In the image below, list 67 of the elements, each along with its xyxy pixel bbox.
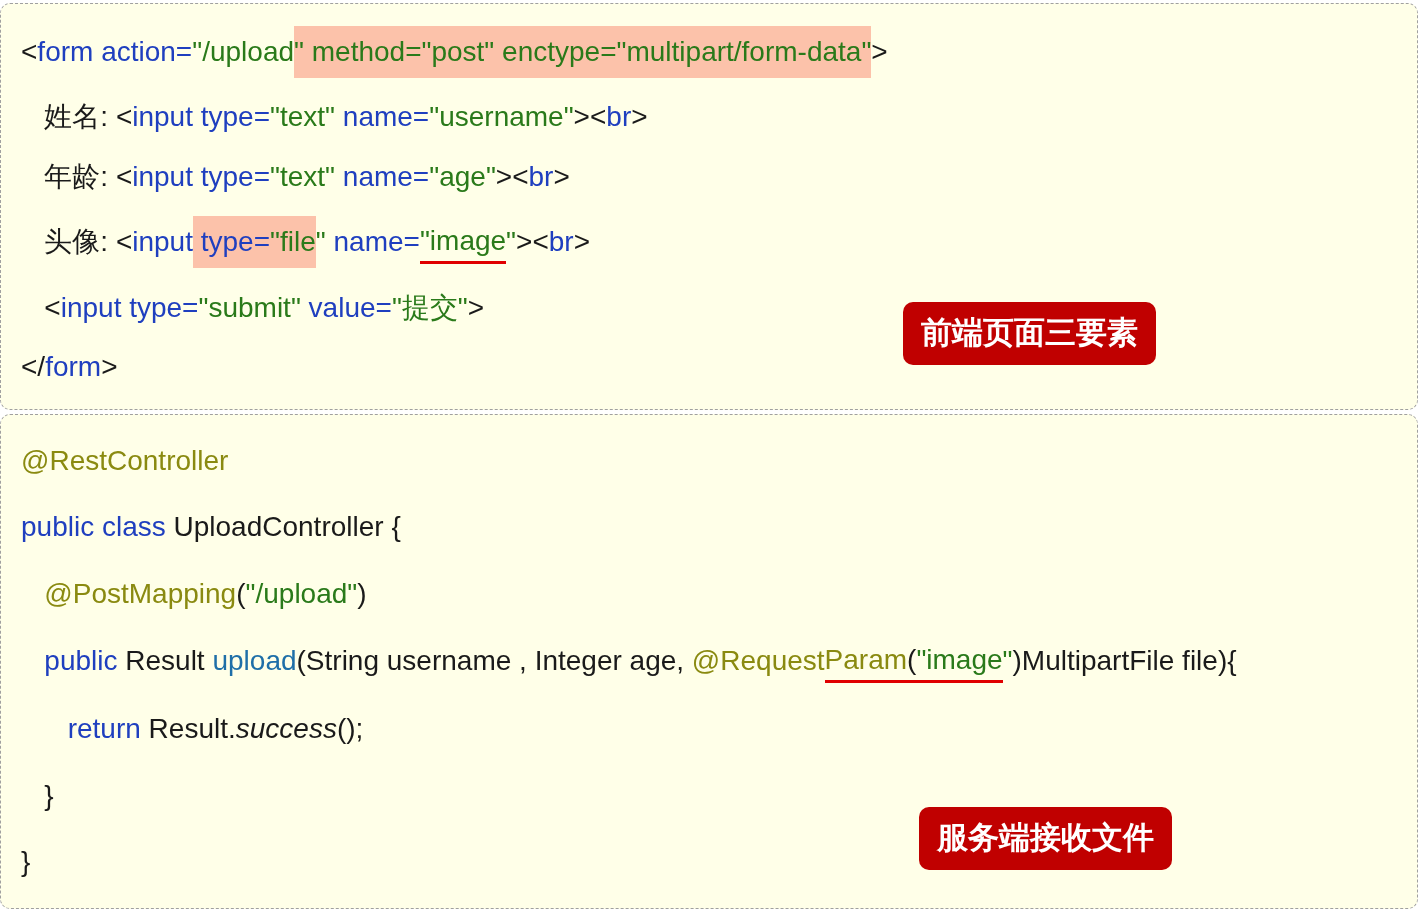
code-text: } (21, 844, 31, 879)
code-keyword: name= (341, 100, 430, 135)
code-keyword: input type= (60, 290, 199, 325)
code-string: " (1002, 644, 1013, 679)
code-keyword: form (45, 349, 102, 384)
code-annotation: @RestController (21, 444, 229, 478)
underlined-code: "image (916, 640, 1003, 683)
underlined-code: Param (824, 640, 908, 683)
code-text: (); (336, 712, 364, 747)
underlined-code: "image (419, 220, 507, 264)
code-keyword: br (548, 225, 574, 260)
callout-label: 服务端接收文件 (919, 807, 1172, 870)
code-symbol: > (871, 35, 888, 69)
code-keyword: public class (21, 510, 166, 545)
code-string: "text" (270, 159, 336, 194)
code-symbol: 姓名: < (43, 100, 133, 135)
code-keyword: br (528, 159, 554, 194)
code-symbol: > (631, 100, 648, 135)
callout-label: 前端页面三要素 (903, 302, 1156, 365)
highlighted-code: "file (270, 216, 316, 269)
highlighted-code: type= (192, 216, 271, 269)
code-symbol: > (553, 159, 570, 194)
code-keyword: br (606, 100, 632, 135)
code-symbol: >< (495, 159, 529, 194)
code-keyword: name= (341, 159, 430, 194)
code-annotation: @PostMapping (43, 576, 237, 611)
code-string: "/upload" (245, 576, 358, 611)
code-text: ) (357, 576, 367, 611)
code-annotation: @Request (691, 644, 825, 679)
code-method: upload (212, 644, 297, 679)
code-text: )MultipartFile file){ (1012, 644, 1237, 679)
code-string: "submit" (198, 290, 301, 325)
code-keyword: value= (307, 290, 392, 325)
code-text: UploadController { (172, 510, 401, 545)
code-symbol: 年龄: < (43, 159, 133, 194)
code-keyword: public (43, 644, 118, 679)
code-symbol: < (21, 35, 38, 69)
code-keyword: return (66, 712, 141, 747)
code-keyword: input type= (132, 100, 271, 135)
code-method: success (235, 712, 337, 747)
code-string: "username" (429, 100, 574, 135)
code-text: Result (124, 644, 206, 679)
code-string: "age" (429, 159, 496, 194)
code-keyword: name= (332, 225, 420, 260)
code-symbol: > (101, 349, 118, 384)
highlighted-code: " method="post (294, 26, 485, 78)
highlighted-code: " enctype="multipart/form-data" (484, 26, 872, 78)
code-keyword: input type= (132, 159, 271, 194)
code-string: "提交" (391, 290, 468, 325)
code-keyword: input (132, 225, 193, 260)
code-text: } (43, 778, 54, 813)
underlined-code: ( (907, 640, 917, 683)
code-text: Result. (147, 712, 236, 747)
code-keyword: form action= (37, 35, 193, 69)
code-string: " (506, 225, 517, 260)
code-text: (String username , Integer age, (296, 644, 686, 679)
code-symbol: < (43, 290, 61, 325)
code-symbol: > (573, 225, 590, 260)
code-symbol: </ (21, 349, 46, 384)
code-symbol: >< (516, 225, 549, 260)
code-symbol: > (467, 290, 485, 325)
code-string: "/upload (192, 35, 295, 69)
code-string: " (315, 225, 326, 260)
code-text: ( (236, 576, 246, 611)
code-symbol: >< (573, 100, 607, 135)
code-symbol: 头像: < (43, 225, 133, 260)
code-string: "text" (270, 100, 336, 135)
